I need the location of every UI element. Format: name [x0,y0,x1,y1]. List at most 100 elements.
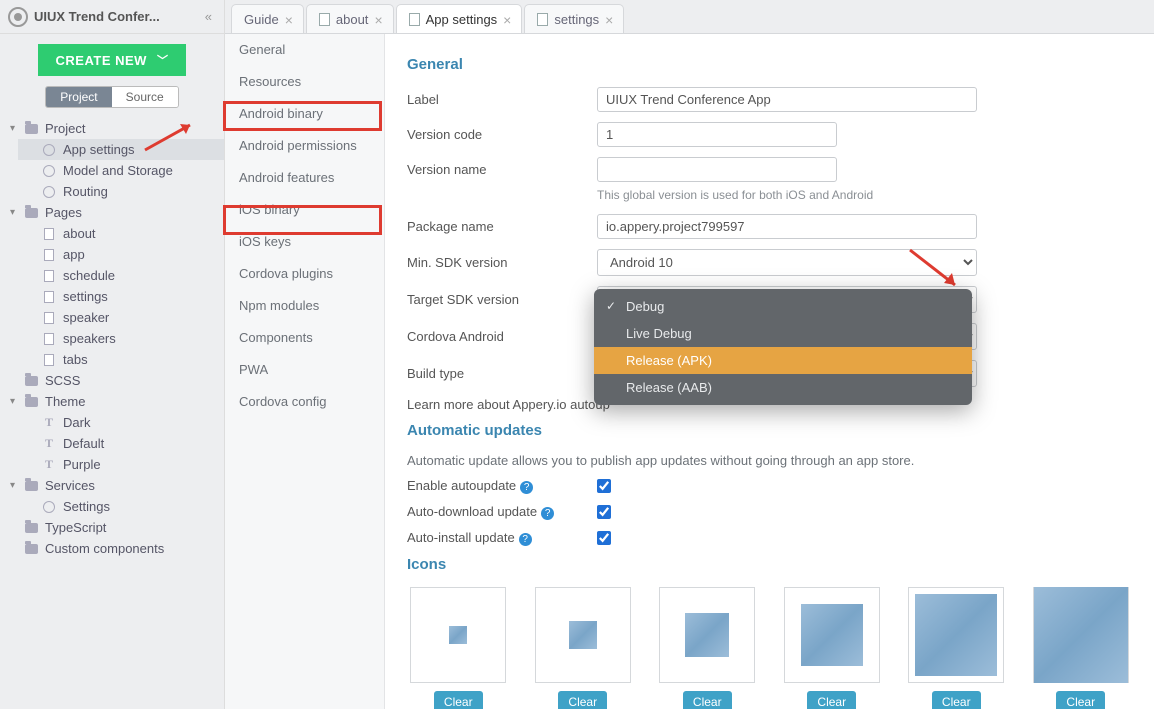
label-version-code: Version code [407,127,597,142]
close-icon[interactable]: × [503,13,511,27]
subnav-pwa[interactable]: PWA [225,354,384,386]
icon-card: Clear Browse Medium density (mdpi,48x48) [532,587,635,709]
tab-project[interactable]: Project [46,87,111,107]
icon-card: Clear Browse High density (hdpi,72x72) [656,587,759,709]
info-icon[interactable]: ? [519,533,532,546]
dropdown-item-live-debug[interactable]: Live Debug [594,320,972,347]
close-icon[interactable]: × [605,13,613,27]
tab-app-settings[interactable]: App settings× [396,4,523,33]
icon-thumb [535,587,631,683]
clear-button[interactable]: Clear [807,691,856,709]
section-general: General [407,56,1132,73]
label-target-sdk: Target SDK version [407,292,597,307]
icon-card: Clear Browse Extra-extra-extra-highdensi… [1030,587,1133,709]
tree-node-app[interactable]: app [18,244,224,265]
min-sdk-select[interactable]: Android 10 [597,249,977,276]
subnav-ios-keys[interactable]: iOS keys [225,226,384,258]
project-source-tabs: Project Source [0,86,224,116]
tree-node-services-settings[interactable]: Settings [18,496,224,517]
tree-node-tabs[interactable]: tabs [18,349,224,370]
label-cordova: Cordova Android [407,329,597,344]
learn-more-text: Learn more about Appery.io autoup [407,397,610,412]
close-icon[interactable]: × [374,13,382,27]
section-auto: Automatic updates [407,422,1132,439]
build-type-dropdown: Debug Live Debug Release (APK) Release (… [594,289,972,405]
project-sidebar: UIUX Trend Confer... « CREATE NEW ﹀ Proj… [0,0,225,709]
subnav-cordova-plugins[interactable]: Cordova plugins [225,258,384,290]
tree-node-default[interactable]: TDefault [18,433,224,454]
clear-button[interactable]: Clear [558,691,607,709]
label-enable-auto: Enable autoupdate? [407,478,597,494]
subnav-npm-modules[interactable]: Npm modules [225,290,384,322]
version-hint: This global version is used for both iOS… [597,188,1132,202]
version-code-input[interactable] [597,122,837,147]
auto-hint: Automatic update allows you to publish a… [407,453,1132,468]
project-logo-icon [8,7,28,27]
section-icons: Icons [407,556,1132,573]
dropdown-item-release-apk[interactable]: Release (APK) [594,347,972,374]
tree-node-project[interactable]: ▾Project [0,118,224,139]
tree-node-speaker[interactable]: speaker [18,307,224,328]
tree-node-purple[interactable]: TPurple [18,454,224,475]
tree-node-theme[interactable]: ▾Theme [0,391,224,412]
tree-node-settings[interactable]: settings [18,286,224,307]
subnav-android-permissions[interactable]: Android permissions [225,130,384,162]
dropdown-item-debug[interactable]: Debug [594,293,972,320]
label-auto-download: Auto-download update? [407,504,597,520]
icon-thumb [908,587,1004,683]
tree-node-schedule[interactable]: schedule [18,265,224,286]
icon-thumb [659,587,755,683]
auto-install-checkbox[interactable] [597,531,611,545]
auto-download-checkbox[interactable] [597,505,611,519]
subnav-cordova-config[interactable]: Cordova config [225,386,384,418]
tree-node-app-settings[interactable]: App settings [18,139,224,160]
subnav-android-binary[interactable]: Android binary [225,98,384,130]
label-version-name: Version name [407,162,597,177]
subnav-components[interactable]: Components [225,322,384,354]
package-input[interactable] [597,214,977,239]
clear-button[interactable]: Clear [932,691,981,709]
subnav-android-features[interactable]: Android features [225,162,384,194]
label-auto-install: Auto-install update? [407,530,597,546]
tab-guide[interactable]: Guide× [231,4,304,33]
icon-card: Clear Browse Extra-high density(xhdpi, 9… [781,587,884,709]
info-icon[interactable]: ? [541,507,554,520]
enable-auto-checkbox[interactable] [597,479,611,493]
settings-subnav: General Resources Android binary Android… [225,0,385,709]
subnav-resources[interactable]: Resources [225,66,384,98]
clear-button[interactable]: Clear [434,691,483,709]
icon-card: Clear Browse Extra-extra-highdensity (xx… [905,587,1008,709]
sidebar-header: UIUX Trend Confer... « [0,0,224,34]
tab-about[interactable]: about× [306,4,394,33]
tree-node-about[interactable]: about [18,223,224,244]
create-new-label: CREATE NEW [56,53,147,68]
version-name-input[interactable] [597,157,837,182]
subnav-ios-binary[interactable]: iOS binary [225,194,384,226]
file-icon [319,13,330,26]
close-icon[interactable]: × [285,13,293,27]
tab-source[interactable]: Source [112,87,178,107]
tab-settings[interactable]: settings× [524,4,624,33]
icon-card: Clear Browse Low density (ldpi,36x36) [407,587,510,709]
tree-node-dark[interactable]: TDark [18,412,224,433]
collapse-sidebar-icon[interactable]: « [201,9,216,24]
tree-node-typescript[interactable]: TypeScript [0,517,224,538]
clear-button[interactable]: Clear [1056,691,1105,709]
chevron-down-icon: ﹀ [157,52,169,68]
tree-node-scss[interactable]: SCSS [0,370,224,391]
create-new-button[interactable]: CREATE NEW ﹀ [38,44,187,76]
project-title: UIUX Trend Confer... [34,9,201,24]
tree-node-pages[interactable]: ▾Pages [0,202,224,223]
open-tabs: Guide× about× App settings× settings× [225,0,1154,34]
tree-node-model-storage[interactable]: Model and Storage [18,160,224,181]
tree-node-services[interactable]: ▾Services [0,475,224,496]
tree-node-custom-components[interactable]: Custom components [0,538,224,559]
tree-node-routing[interactable]: Routing [18,181,224,202]
clear-button[interactable]: Clear [683,691,732,709]
dropdown-item-release-aab[interactable]: Release (AAB) [594,374,972,401]
label-build-type: Build type [407,366,597,381]
subnav-general[interactable]: General [225,34,384,66]
label-input[interactable] [597,87,977,112]
info-icon[interactable]: ? [520,481,533,494]
tree-node-speakers[interactable]: speakers [18,328,224,349]
